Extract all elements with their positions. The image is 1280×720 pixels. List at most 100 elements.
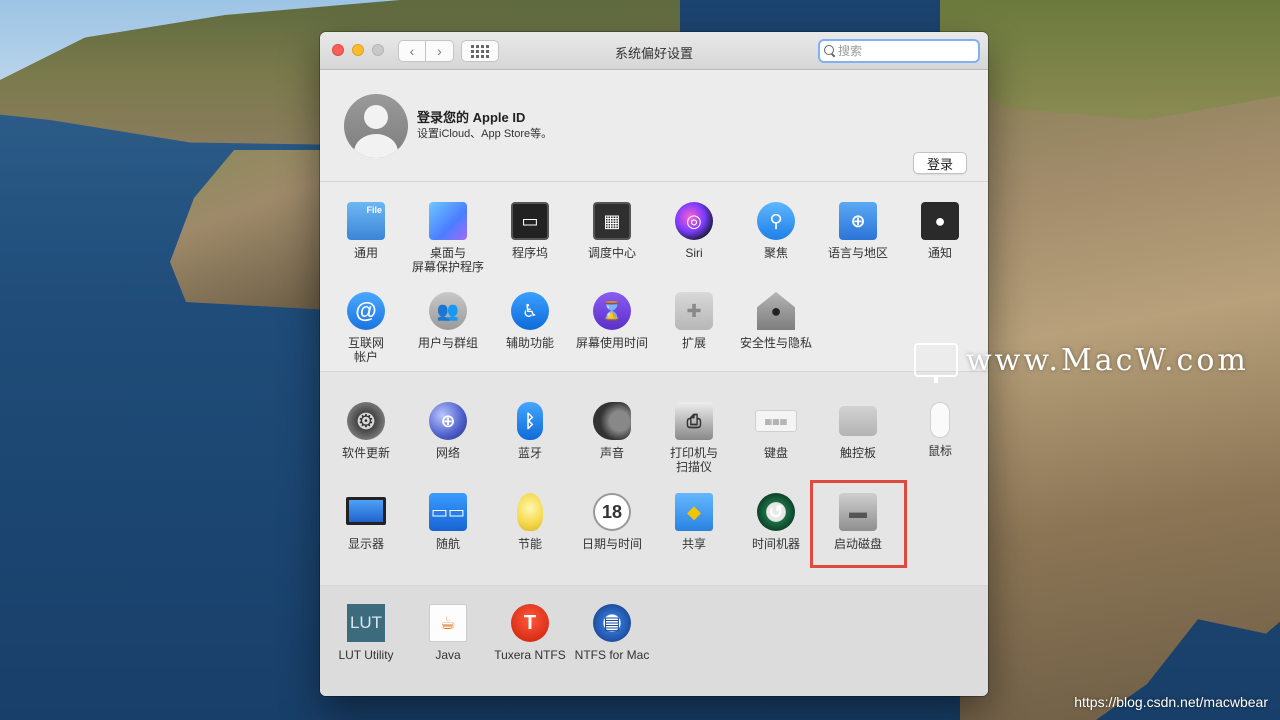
pref-pane-trackpad[interactable]: 触控板 bbox=[817, 402, 899, 460]
pref-pane-label: 用户与群组 bbox=[417, 336, 478, 350]
pref-pane-notifications[interactable]: ● 通知 bbox=[899, 202, 981, 260]
desktop-screensaver-icon bbox=[429, 202, 467, 240]
pref-pane-lut-utility[interactable]: LUT LUT Utility bbox=[325, 604, 407, 662]
general-icon: File bbox=[347, 202, 385, 240]
forward-button[interactable]: › bbox=[426, 40, 454, 62]
pref-pane-mouse[interactable]: 鼠标 bbox=[899, 402, 981, 458]
network-icon: ⊕ bbox=[429, 402, 467, 440]
pref-pane-energy-saver[interactable]: 节能 bbox=[489, 493, 571, 551]
search-icon bbox=[824, 45, 836, 57]
pref-pane-screen-time[interactable]: ⌛ 屏幕使用时间 bbox=[571, 292, 653, 350]
pref-pane-keyboard[interactable]: ▦▦▦ 键盘 bbox=[735, 402, 817, 460]
java-icon: ☕ bbox=[429, 604, 467, 642]
pref-pane-label: 时间机器 bbox=[751, 537, 800, 551]
pref-pane-label: Java bbox=[435, 648, 461, 662]
close-button[interactable] bbox=[332, 44, 344, 56]
pref-pane-label: 通用 bbox=[353, 246, 378, 260]
pref-pane-label: 扩展 bbox=[681, 336, 706, 350]
time-machine-icon: ↺ bbox=[757, 493, 795, 531]
date-time-icon: 18 bbox=[593, 493, 631, 531]
pref-pane-sound[interactable]: 声音 bbox=[571, 402, 653, 460]
pref-pane-label: NTFS for Mac bbox=[574, 648, 650, 662]
pref-pane-language-region[interactable]: ⊕ 语言与地区 bbox=[817, 202, 899, 260]
pref-pane-desktop-screensaver[interactable]: 桌面与 屏幕保护程序 bbox=[407, 202, 489, 274]
spotlight-icon: ⚲ bbox=[757, 202, 795, 240]
pref-pane-printers-scanners[interactable]: ⎙ 打印机与 扫描仪 bbox=[653, 402, 735, 474]
pref-pane-accessibility[interactable]: ♿ 辅助功能 bbox=[489, 292, 571, 350]
pref-pane-label: 随航 bbox=[435, 537, 460, 551]
trackpad-icon bbox=[839, 406, 877, 436]
third-party-preferences-section: LUT LUT Utility ☕ Java T Tuxera NTFS ▤ NTFS for… bbox=[320, 586, 988, 696]
pref-pane-label: 语言与地区 bbox=[827, 246, 888, 260]
pref-pane-label: 启动磁盘 bbox=[833, 537, 882, 551]
pref-pane-network[interactable]: ⊕ 网络 bbox=[407, 402, 489, 460]
search-input[interactable] bbox=[838, 44, 968, 58]
pref-pane-extensions[interactable]: ✚ 扩展 bbox=[653, 292, 735, 350]
pref-pane-tuxera-ntfs[interactable]: T Tuxera NTFS bbox=[489, 604, 571, 662]
avatar-icon[interactable] bbox=[344, 94, 408, 158]
dock-icon: ▭ bbox=[511, 202, 549, 240]
zoom-button[interactable] bbox=[372, 44, 384, 56]
pref-pane-internet-accounts[interactable]: @ 互联网 帐户 bbox=[325, 292, 407, 364]
chevron-left-icon: ‹ bbox=[409, 43, 415, 59]
login-button[interactable]: 登录 bbox=[913, 152, 967, 174]
keyboard-icon: ▦▦▦ bbox=[755, 410, 797, 432]
pref-pane-label: 程序坞 bbox=[511, 246, 548, 260]
startup-disk-icon: ▬ bbox=[839, 493, 877, 531]
internet-accounts-icon: @ bbox=[347, 292, 385, 330]
ntfs-for-mac-icon: ▤ bbox=[593, 604, 631, 642]
accessibility-icon: ♿ bbox=[511, 292, 549, 330]
pref-pane-label: 屏幕使用时间 bbox=[575, 336, 648, 350]
pref-pane-dock[interactable]: ▭ 程序坞 bbox=[489, 202, 571, 260]
minimize-button[interactable] bbox=[352, 44, 364, 56]
pref-pane-label: Siri bbox=[685, 246, 703, 260]
apple-id-subtitle: 设置iCloud、App Store等。 bbox=[417, 128, 553, 140]
csdn-watermark: https://blog.csdn.net/macwbear bbox=[1074, 694, 1268, 710]
pref-pane-label: 共享 bbox=[681, 537, 706, 551]
pref-pane-label: 网络 bbox=[435, 446, 460, 460]
back-button[interactable]: ‹ bbox=[398, 40, 426, 62]
grid-icon bbox=[471, 44, 489, 58]
navigation-buttons: ‹ › bbox=[398, 40, 454, 62]
pref-pane-java[interactable]: ☕ Java bbox=[407, 604, 489, 662]
pref-pane-startup-disk[interactable]: ▬ 启动磁盘 bbox=[817, 493, 899, 551]
show-all-button[interactable] bbox=[461, 40, 499, 62]
apple-id-title[interactable]: 登录您的 Apple ID bbox=[417, 107, 525, 126]
pref-pane-time-machine[interactable]: ↺ 时间机器 bbox=[735, 493, 817, 551]
pref-pane-mission-control[interactable]: ▦ 调度中心 bbox=[571, 202, 653, 260]
hardware-preferences-section: ⚙ 软件更新 ⊕ 网络 ᛒ 蓝牙 声音 ⎙ 打印机与 扫描仪 ▦▦▦ 键盘 触控板 鼠标显示器 ▭▭ 随航 节… bbox=[320, 372, 988, 586]
printers-scanners-icon: ⎙ bbox=[675, 402, 713, 440]
language-region-icon: ⊕ bbox=[839, 202, 877, 240]
pref-pane-bluetooth[interactable]: ᛒ 蓝牙 bbox=[489, 402, 571, 460]
pref-pane-ntfs-for-mac[interactable]: ▤ NTFS for Mac bbox=[571, 604, 653, 662]
siri-icon: ◎ bbox=[675, 202, 713, 240]
displays-icon bbox=[346, 497, 386, 525]
pref-pane-software-update[interactable]: ⚙ 软件更新 bbox=[325, 402, 407, 460]
apple-id-section: 登录您的 Apple ID 设置iCloud、App Store等。 登录 bbox=[320, 70, 988, 182]
pref-pane-sharing[interactable]: ◆ 共享 bbox=[653, 493, 735, 551]
search-field[interactable] bbox=[818, 39, 980, 63]
pref-pane-date-time[interactable]: 18 日期与时间 bbox=[571, 493, 653, 551]
pref-pane-label: 聚焦 bbox=[763, 246, 788, 260]
chevron-right-icon: › bbox=[437, 43, 442, 59]
pref-pane-label: 桌面与 屏幕保护程序 bbox=[411, 246, 484, 274]
mouse-icon bbox=[930, 402, 950, 438]
pref-pane-label: 调度中心 bbox=[587, 246, 636, 260]
pref-pane-label: LUT Utility bbox=[338, 648, 394, 662]
screen-time-icon: ⌛ bbox=[593, 292, 631, 330]
pref-pane-displays[interactable]: 显示器 bbox=[325, 493, 407, 551]
pref-pane-general[interactable]: File 通用 bbox=[325, 202, 407, 260]
tuxera-ntfs-icon: T bbox=[511, 604, 549, 642]
pref-pane-label: 打印机与 扫描仪 bbox=[669, 446, 718, 474]
pref-pane-sidecar[interactable]: ▭▭ 随航 bbox=[407, 493, 489, 551]
watermark-logo-icon bbox=[914, 343, 958, 383]
software-update-icon: ⚙ bbox=[347, 402, 385, 440]
pref-pane-security-privacy[interactable]: ● 安全性与隐私 bbox=[735, 292, 817, 350]
pref-pane-users-groups[interactable]: 👥 用户与群组 bbox=[407, 292, 489, 350]
pref-pane-spotlight[interactable]: ⚲ 聚焦 bbox=[735, 202, 817, 260]
pref-pane-label: 键盘 bbox=[763, 446, 788, 460]
notifications-icon: ● bbox=[921, 202, 959, 240]
pref-pane-siri[interactable]: ◎ Siri bbox=[653, 202, 735, 260]
pref-pane-label: 声音 bbox=[599, 446, 624, 460]
pref-pane-label: Tuxera NTFS bbox=[494, 648, 566, 662]
